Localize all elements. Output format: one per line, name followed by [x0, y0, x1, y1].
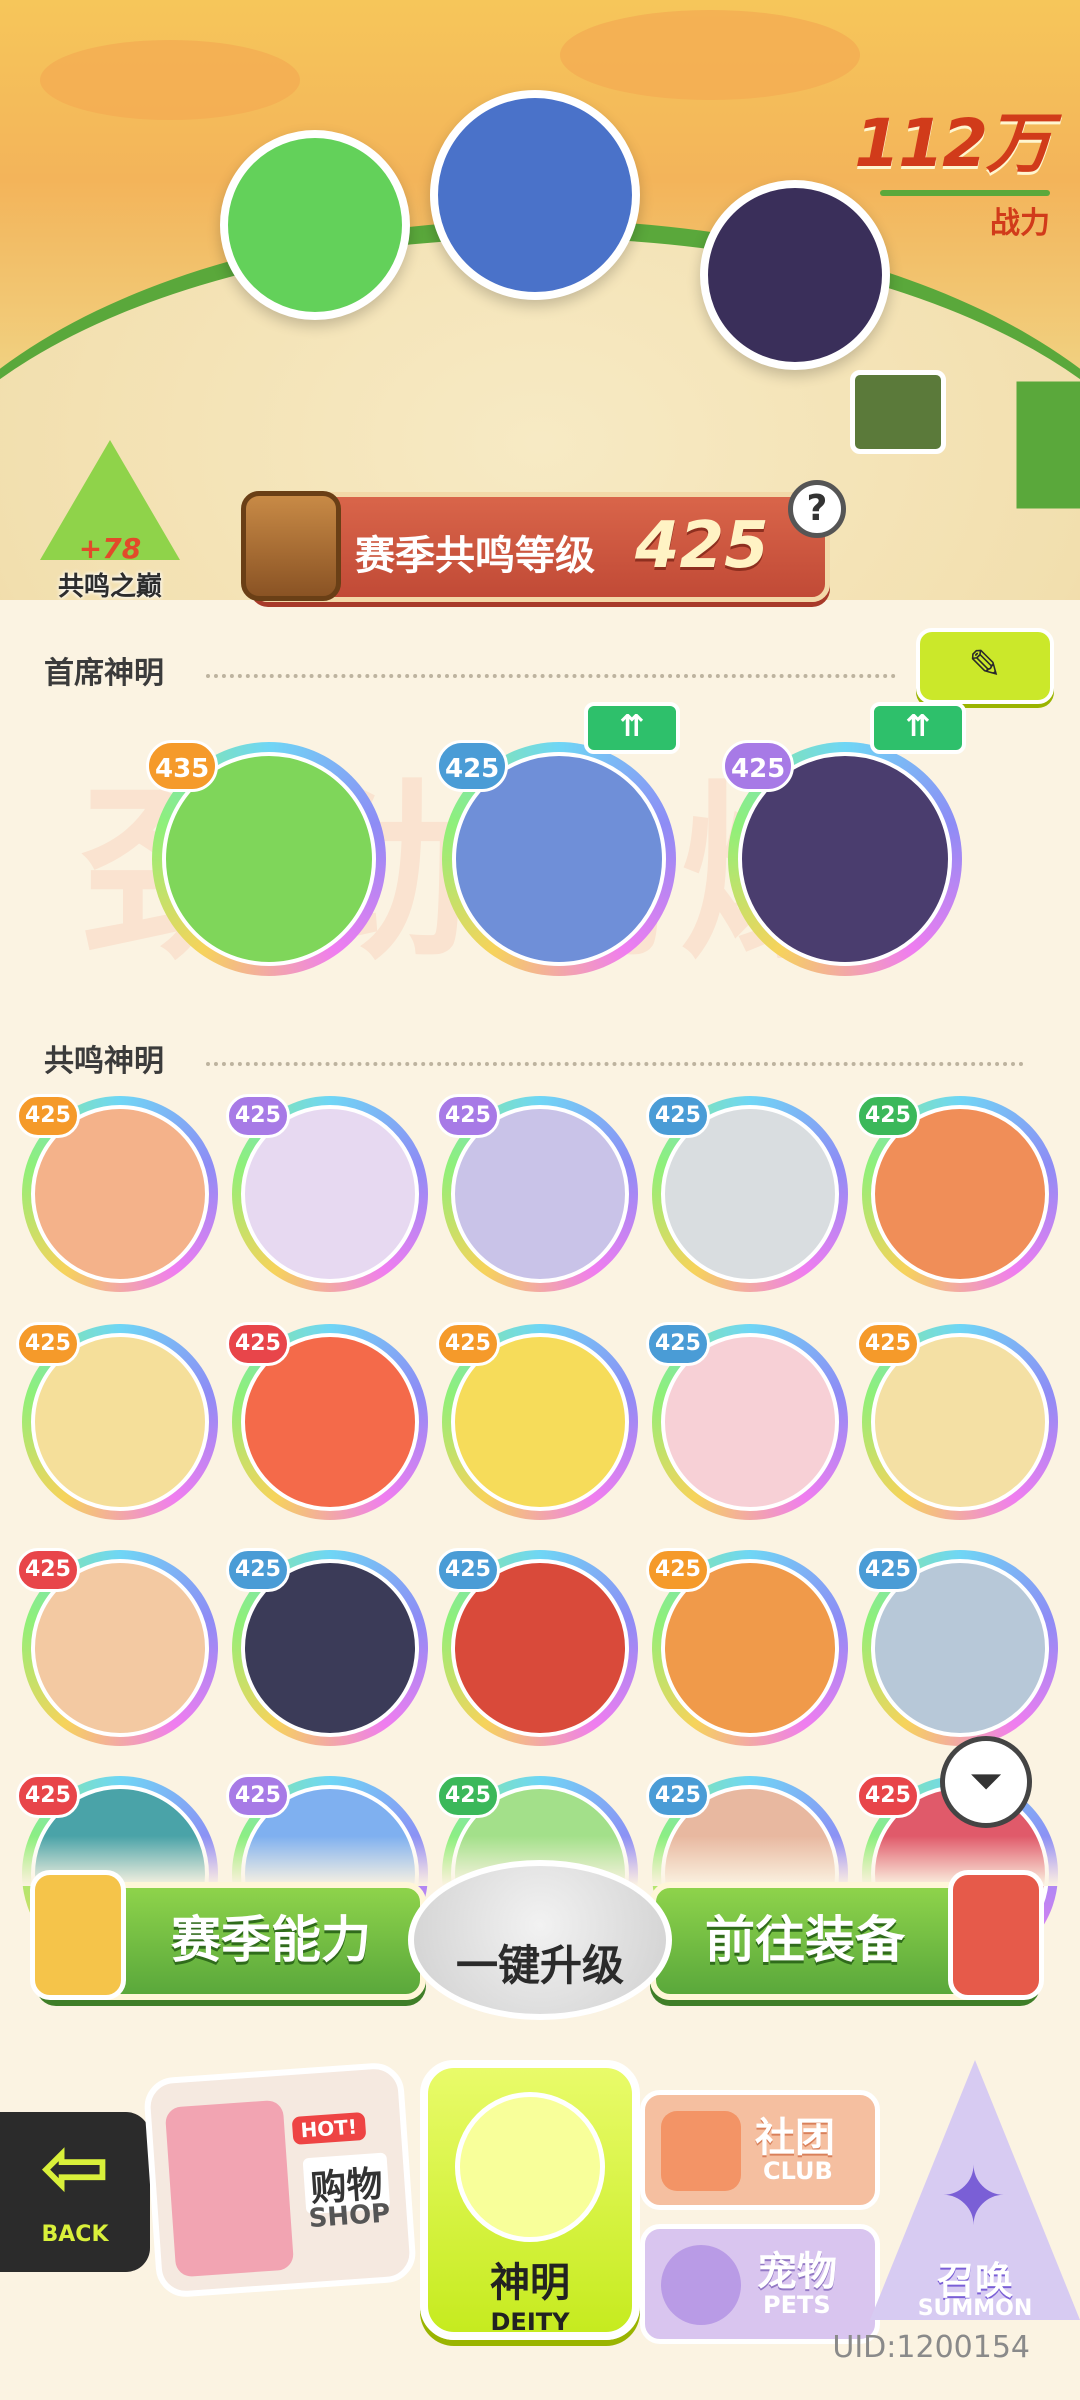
nav-deity-label: 神明 [490, 2260, 570, 2306]
nav-shop-sublabel: SHOP [307, 2198, 392, 2235]
power-label: 战力 [990, 206, 1050, 241]
action-bar: 赛季能力 前往装备 一键升级 [0, 1860, 1080, 2020]
nav-summon-sublabel: SUMMON [917, 2296, 1033, 2321]
deity-level-badge: 425 [436, 1548, 500, 1592]
divider [206, 674, 896, 678]
cloud [40, 40, 300, 120]
nav-pets[interactable]: 宠物 PETS [640, 2224, 880, 2344]
resonance-deity-avatar[interactable]: 425 [226, 1322, 428, 1520]
chief-deity-avatar[interactable]: 435 [146, 740, 386, 976]
upgrade-arrow-icon: ⇈ [584, 702, 680, 754]
resonance-deity-avatar[interactable]: 425 [646, 1094, 848, 1292]
resonance-deity-avatar[interactable]: 425 [226, 1548, 428, 1746]
pencil-icon: ✎ [968, 642, 1002, 688]
deity-level-badge: 425 [856, 1322, 920, 1366]
deity-level-badge: 425 [436, 1774, 500, 1818]
deity-level-badge: 425 [722, 740, 795, 792]
deity-mascot-icon [455, 2092, 605, 2242]
deity-level-badge: 425 [226, 1774, 290, 1818]
resonance-deity-avatar[interactable]: 425 [436, 1322, 638, 1520]
nav-pets-label: 宠物 [757, 2249, 837, 2295]
deity-level-badge: 425 [646, 1774, 710, 1818]
nav-deity[interactable]: 神明 DEITY [420, 2060, 640, 2340]
chief-deity-avatar[interactable]: 425 ⇈ [722, 702, 966, 976]
chibi-green-deity[interactable] [220, 130, 410, 320]
nav-summon[interactable]: ✦ 召唤 SUMMON [870, 2060, 1080, 2350]
resonance-deity-avatar[interactable]: 425 [436, 1548, 638, 1746]
deity-level-badge: 425 [646, 1548, 710, 1592]
back-button[interactable]: ⇦ BACK [0, 2112, 150, 2272]
deity-level-badge: 425 [856, 1094, 920, 1138]
nav-deity-sublabel: DEITY [490, 2308, 570, 2336]
filter-icon: ⏷ [969, 1756, 1003, 1805]
bubble-tea-icon [30, 1870, 126, 2000]
peak-bonus: +78 [78, 532, 142, 565]
help-button[interactable]: ? [788, 480, 846, 538]
power-display: 112万 战力 [854, 90, 1052, 242]
power-underline [880, 190, 1050, 196]
season-level-label: 赛季共鸣等级 [355, 533, 595, 579]
season-level-banner: 赛季共鸣等级 425 [241, 491, 830, 602]
deity-level-badge: 435 [146, 740, 219, 792]
resonance-deity-avatar[interactable]: 425 [856, 1322, 1058, 1520]
hot-badge: HOT! [291, 2111, 366, 2145]
deity-level-badge: 425 [646, 1322, 710, 1366]
nav-club-label: 社团 [755, 2115, 835, 2161]
club-bag-icon [661, 2111, 741, 2191]
deity-level-badge: 425 [436, 740, 509, 792]
one-key-upgrade-button[interactable]: 一键升级 [408, 1860, 672, 2020]
vending-machine-icon [164, 2099, 295, 2278]
deity-level-badge: 425 [856, 1548, 920, 1592]
drum-icon [241, 491, 341, 601]
edit-button[interactable]: ✎ [916, 628, 1054, 704]
deity-level-badge: 425 [226, 1094, 290, 1138]
deity-level-badge: 425 [226, 1322, 290, 1366]
nav-pets-sublabel: PETS [763, 2291, 831, 2319]
season-level-value: 425 [635, 509, 769, 583]
deity-level-badge: 425 [646, 1094, 710, 1138]
section-title-chief: 首席神明 [44, 656, 164, 691]
resonance-deity-avatar[interactable]: 425 [16, 1548, 218, 1746]
deity-level-badge: 425 [16, 1094, 80, 1138]
upgrade-arrow-icon: ⇈ [870, 702, 966, 754]
nav-club-sublabel: CLUB [763, 2157, 833, 2185]
cloud [560, 10, 860, 100]
radio-box-icon[interactable] [850, 370, 946, 454]
deity-level-badge: 425 [436, 1322, 500, 1366]
deity-level-badge: 425 [226, 1548, 290, 1592]
pet-cat-icon [661, 2245, 741, 2325]
chibi-blue-deity[interactable] [430, 90, 640, 300]
resonance-deity-avatar[interactable]: 425 [16, 1094, 218, 1292]
user-id: UID:1200154 [832, 2330, 1030, 2365]
resonance-deity-avatar[interactable]: 425 [16, 1322, 218, 1520]
deity-level-badge: 425 [16, 1548, 80, 1592]
deity-level-badge: 425 [436, 1094, 500, 1138]
back-label: BACK [41, 2222, 109, 2247]
divider [206, 1062, 1024, 1066]
deity-level-badge: 425 [16, 1322, 80, 1366]
resonance-deity-avatar[interactable]: 425 [436, 1094, 638, 1292]
nav-club[interactable]: 社团 CLUB [640, 2090, 880, 2210]
resonance-deity-avatar[interactable]: 425 [646, 1548, 848, 1746]
back-arrow-icon: ⇦ [39, 2118, 111, 2216]
deity-level-badge: 425 [16, 1774, 80, 1818]
chief-deity-avatar[interactable]: 425 ⇈ [436, 702, 680, 976]
peak-label: 共鸣之巅 [57, 572, 162, 602]
nav-shop[interactable]: HOT! 购物 SHOP [142, 2061, 418, 2299]
power-value: 112万 [854, 105, 1052, 182]
resonance-deity-avatar[interactable]: 425 [856, 1094, 1058, 1292]
deity-level-badge: 425 [856, 1774, 920, 1818]
resonance-deity-avatar[interactable]: 425 [646, 1322, 848, 1520]
slipper-icon [948, 1870, 1044, 2000]
section-title-resonance: 共鸣神明 [44, 1044, 164, 1079]
filter-button[interactable]: ⏷ [940, 1736, 1032, 1828]
resonance-deity-avatar[interactable]: 425 [226, 1094, 428, 1292]
resonance-deity-avatar[interactable]: 425 [856, 1548, 1058, 1746]
resonance-peak-button[interactable]: +78 共鸣之巅 [30, 440, 190, 603]
sparkle-icon: ✦ [940, 2150, 1008, 2243]
